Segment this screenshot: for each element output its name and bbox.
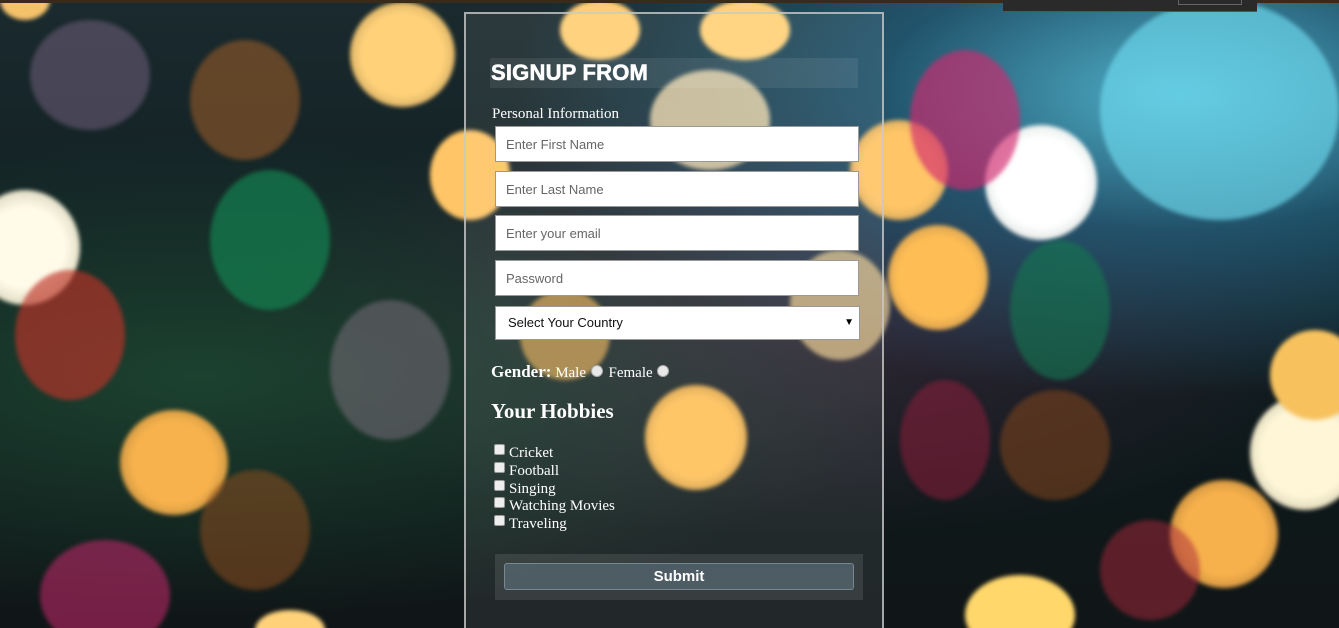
hobby-item: Watching Movies <box>494 497 615 515</box>
hobby-label: Traveling <box>509 516 567 533</box>
hobby-singing-checkbox[interactable] <box>494 479 505 491</box>
hobby-list: Cricket Football Singing Watching Movies… <box>494 444 615 533</box>
password-input[interactable] <box>495 260 859 296</box>
form-title: SIGNUP FROM <box>491 60 649 86</box>
hobby-item: Traveling <box>494 515 615 533</box>
hobby-item: Football <box>494 461 615 480</box>
gender-group: Gender: Male Female <box>491 362 671 382</box>
hobby-label: Cricket <box>509 445 554 461</box>
caret-down-icon: ▼ <box>844 317 854 328</box>
gender-option-male-label: Male <box>555 365 587 381</box>
gender-label: Gender: <box>491 362 552 381</box>
personal-information-label: Personal Information <box>492 106 620 122</box>
hobby-item: Cricket <box>494 444 615 462</box>
corner-panel <box>1003 0 1257 12</box>
hobby-label: Football <box>509 462 560 479</box>
corner-panel-tab <box>1178 0 1242 5</box>
gender-male-radio[interactable] <box>590 365 603 377</box>
hobby-football-checkbox[interactable] <box>494 461 505 473</box>
hobby-cricket-checkbox[interactable] <box>494 444 505 455</box>
country-select-value: Select Your Country <box>508 315 623 330</box>
first-name-input[interactable] <box>495 126 859 162</box>
submit-button[interactable]: Submit <box>504 563 854 590</box>
gender-option-female-label: Female <box>608 365 653 381</box>
submit-area: Submit <box>495 554 863 600</box>
hobby-label: Singing <box>509 480 556 497</box>
hobby-traveling-checkbox[interactable] <box>494 515 505 527</box>
last-name-input[interactable] <box>495 171 859 207</box>
email-input[interactable] <box>495 215 859 251</box>
country-select[interactable]: Select Your Country ▼ <box>495 306 860 340</box>
hobby-label: Watching Movies <box>509 498 615 515</box>
gender-female-radio[interactable] <box>657 365 670 377</box>
hobby-item: Singing <box>494 479 615 498</box>
hobby-watching-movies-checkbox[interactable] <box>494 497 505 509</box>
hobbies-heading: Your Hobbies <box>491 399 614 423</box>
signup-form: SIGNUP FROM Personal Information Select … <box>464 12 884 628</box>
